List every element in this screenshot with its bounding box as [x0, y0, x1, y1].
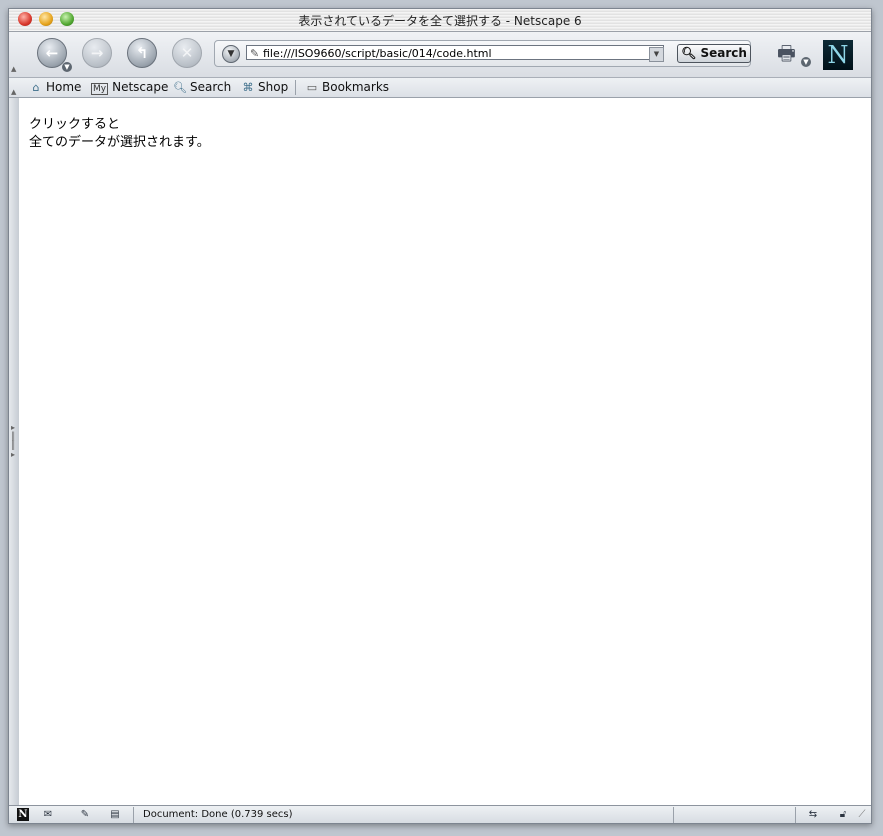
- url-field[interactable]: ✎ file:///ISO9660/script/basic/014/code.…: [246, 45, 664, 60]
- search-button-label: Search: [700, 46, 747, 60]
- browser-window: 表示されているデータを全て選択する - Netscape 6 ▲ ← ▼ → ↰…: [8, 8, 872, 824]
- stop-icon: ✕: [180, 44, 194, 62]
- shop-icon: ⌘: [242, 81, 254, 94]
- url-text: file:///ISO9660/script/basic/014/code.ht…: [263, 47, 492, 60]
- magnifier-icon: 🔍︎: [681, 46, 697, 60]
- status-separator: [795, 807, 796, 823]
- back-arrow-icon: ←: [45, 44, 59, 62]
- search-button[interactable]: 🔍︎ Search: [677, 44, 751, 63]
- online-status-icon[interactable]: ⇆: [801, 808, 825, 821]
- location-bar-group: ▼ ✎ file:///ISO9660/script/basic/014/cod…: [214, 40, 751, 67]
- netscape-component-icon[interactable]: N: [17, 808, 29, 821]
- reload-icon: ↰: [135, 44, 149, 62]
- security-lock-icon[interactable]: 🔓︎: [835, 808, 851, 821]
- forward-button[interactable]: →: [82, 38, 112, 68]
- stop-button[interactable]: ✕: [172, 38, 202, 68]
- personal-toolbar-grip[interactable]: ▲: [11, 88, 17, 96]
- forward-arrow-icon: →: [90, 44, 104, 62]
- status-separator: [133, 807, 134, 823]
- content-line-2[interactable]: 全てのデータが選択されます。: [29, 131, 210, 150]
- resize-grip-icon[interactable]: ⟋: [855, 808, 869, 821]
- content-line-1[interactable]: クリックすると: [29, 113, 120, 132]
- reload-button[interactable]: ↰: [127, 38, 157, 68]
- toolbar-collapse-grip[interactable]: ▲: [11, 65, 17, 73]
- status-separator: [673, 807, 674, 823]
- address-book-icon[interactable]: ▤: [105, 808, 125, 821]
- personal-toolbar: ▲ ⌂ Home My Netscape 🔍︎ Search ⌘ Shop ▭ Bookm…: [9, 78, 871, 98]
- toolbar-separator: [295, 80, 296, 95]
- personal-item-home[interactable]: ⌂ Home: [29, 80, 82, 95]
- status-bar: N ✉ ✎ ▤ Document: Done (0.739 secs) ⇆ 🔓︎…: [9, 805, 871, 823]
- personal-item-search[interactable]: 🔍︎ Search: [173, 80, 231, 95]
- url-dropdown-button[interactable]: ▼: [649, 47, 664, 62]
- personal-item-shop[interactable]: ⌘ Shop: [241, 80, 289, 95]
- page-proxy-icon[interactable]: ✎: [250, 46, 259, 59]
- home-icon: ⌂: [32, 81, 40, 94]
- page-content: クリックすると 全てのデータが選択されます。: [19, 98, 869, 805]
- mail-icon[interactable]: ✉: [39, 808, 57, 821]
- title-bar: 表示されているデータを全て選択する - Netscape 6: [9, 9, 871, 32]
- print-dropdown[interactable]: ▼: [801, 57, 811, 67]
- status-text: Document: Done (0.739 secs): [143, 809, 293, 820]
- bookmarks-menu[interactable]: ▭ Bookmarks: [305, 80, 389, 95]
- url-history-dropdown[interactable]: ▼: [222, 45, 240, 63]
- sidebar-grip-icon[interactable]: ▸ ║ ║ ▸: [10, 423, 16, 473]
- personal-item-netscape[interactable]: My Netscape: [91, 80, 168, 95]
- netscape-logo-icon[interactable]: N: [823, 40, 853, 70]
- folder-icon: ▭: [306, 81, 318, 94]
- window-title: 表示されているデータを全て選択する - Netscape 6: [298, 14, 582, 28]
- my-netscape-icon: My: [91, 83, 109, 95]
- navigation-toolbar: ▲ ← ▼ → ↰ ✕ ▼ ✎ file:///ISO9660/script/b…: [9, 32, 871, 78]
- composer-icon[interactable]: ✎: [75, 808, 95, 821]
- back-history-dropdown[interactable]: ▼: [62, 62, 72, 72]
- magnifier-icon: 🔍︎: [173, 81, 187, 94]
- print-icon[interactable]: 🖶: [777, 42, 803, 64]
